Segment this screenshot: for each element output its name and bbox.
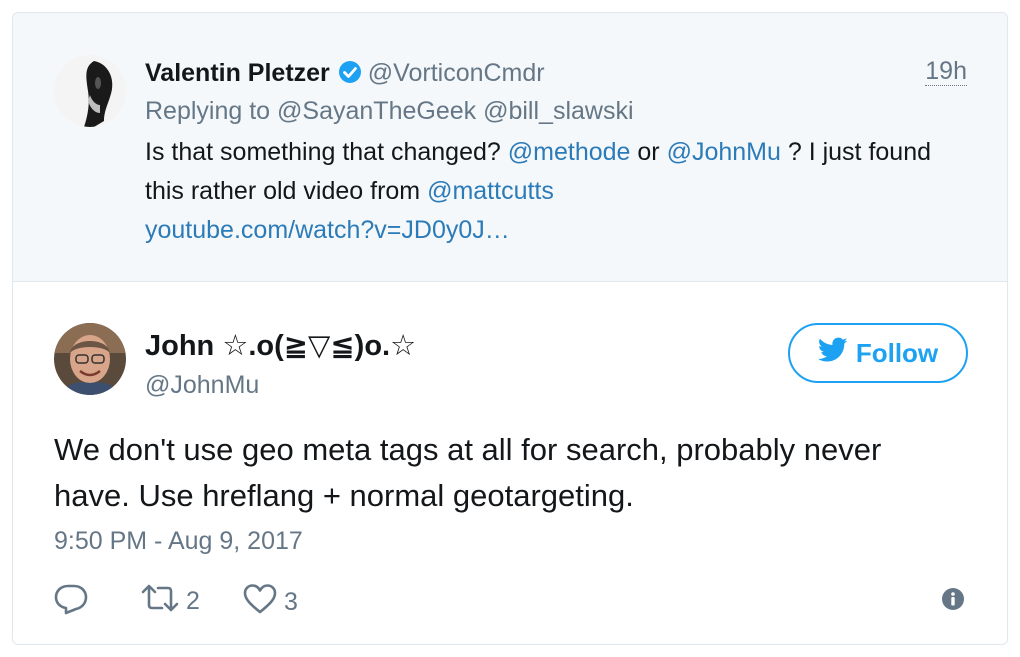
replying-prefix: Replying to bbox=[145, 97, 271, 125]
retweet-icon bbox=[140, 583, 180, 620]
parent-tweet[interactable]: Valentin Pletzer @VorticonCmdr 19h Replyi… bbox=[13, 13, 1007, 282]
reply-button[interactable] bbox=[54, 583, 88, 622]
mention-link[interactable]: @mattcutts bbox=[427, 177, 554, 205]
avatar[interactable] bbox=[54, 55, 126, 127]
verified-badge-icon bbox=[338, 60, 362, 92]
video-link[interactable]: youtube.com/watch?v=JD0y0J… bbox=[145, 211, 975, 250]
tweet-text: We don't use geo meta tags at all for se… bbox=[54, 432, 882, 513]
replying-to: Replying to @SayanTheGeek @bill_slawski bbox=[145, 95, 634, 127]
like-count: 3 bbox=[284, 588, 298, 616]
parent-author: Valentin Pletzer @VorticonCmdr bbox=[145, 57, 545, 92]
tweet-actions: 2 3 bbox=[54, 583, 974, 619]
twitter-bird-icon bbox=[817, 337, 848, 370]
replying-mention[interactable]: @bill_slawski bbox=[483, 97, 633, 125]
author-name[interactable]: John ☆.o(≧▽≦)o.☆ bbox=[145, 329, 416, 363]
author-handle[interactable]: @VorticonCmdr bbox=[368, 59, 545, 87]
follow-button[interactable]: Follow bbox=[788, 323, 968, 383]
tweet-time[interactable]: 19h bbox=[925, 57, 967, 86]
text-segment: Is that something that changed? bbox=[145, 138, 501, 166]
tweet-embed-card: Valentin Pletzer @VorticonCmdr 19h Replyi… bbox=[12, 12, 1008, 645]
parent-tweet-text: Is that something that changed? @methode… bbox=[145, 133, 975, 250]
tweet-timestamp[interactable]: 9:50 PM - Aug 9, 2017 bbox=[54, 525, 303, 557]
info-icon[interactable] bbox=[941, 587, 965, 616]
reply-icon bbox=[54, 583, 88, 622]
follow-label: Follow bbox=[855, 337, 939, 368]
heart-icon bbox=[242, 583, 278, 622]
author-handle[interactable]: @JohnMu bbox=[145, 369, 259, 401]
mention-link[interactable]: @JohnMu bbox=[667, 138, 781, 166]
retweet-button[interactable]: 2 bbox=[140, 583, 200, 620]
avatar[interactable] bbox=[54, 323, 126, 395]
text-segment: or bbox=[637, 138, 660, 166]
author-name[interactable]: Valentin Pletzer bbox=[145, 59, 330, 87]
mention-link[interactable]: @methode bbox=[508, 138, 631, 166]
replying-mention[interactable]: @SayanTheGeek bbox=[277, 97, 476, 125]
like-button[interactable]: 3 bbox=[242, 583, 298, 622]
retweet-count: 2 bbox=[186, 587, 200, 615]
